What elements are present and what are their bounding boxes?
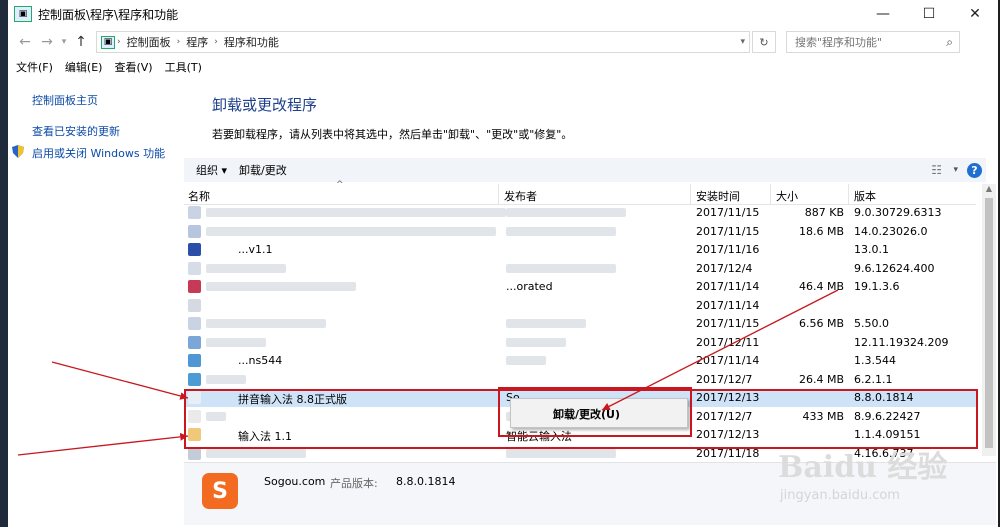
baidu-watermark: Baidu 经验 xyxy=(778,450,948,485)
desktop-strip xyxy=(0,0,8,527)
programs-and-features-window: ▣ 控制面板\程序\程序和功能 — ☐ ✕ ← → ▾ ↑ ▣ › 控制面板 ›… xyxy=(8,0,998,527)
baidu-watermark-url: jingyan.baidu.com xyxy=(780,488,900,503)
